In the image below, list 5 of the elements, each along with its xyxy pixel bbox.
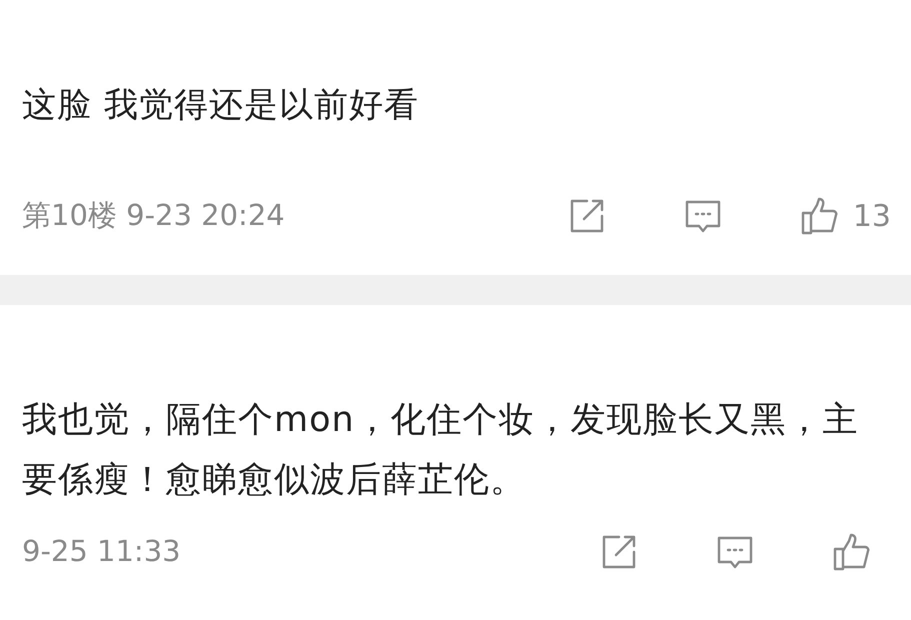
comment-meta: 第10楼 9-23 20:24 (22, 197, 285, 234)
like-count: 13 (852, 198, 891, 236)
comment-text: 这脸 我觉得还是以前好看 (22, 84, 420, 127)
comment-meta: 9-25 11:33 (22, 533, 181, 570)
comment-text: 我也觉，隔住个mon，化住个妆，发现脸长又黑，主要係瘦！愈睇愈似波后薛芷伦。 (22, 399, 860, 502)
